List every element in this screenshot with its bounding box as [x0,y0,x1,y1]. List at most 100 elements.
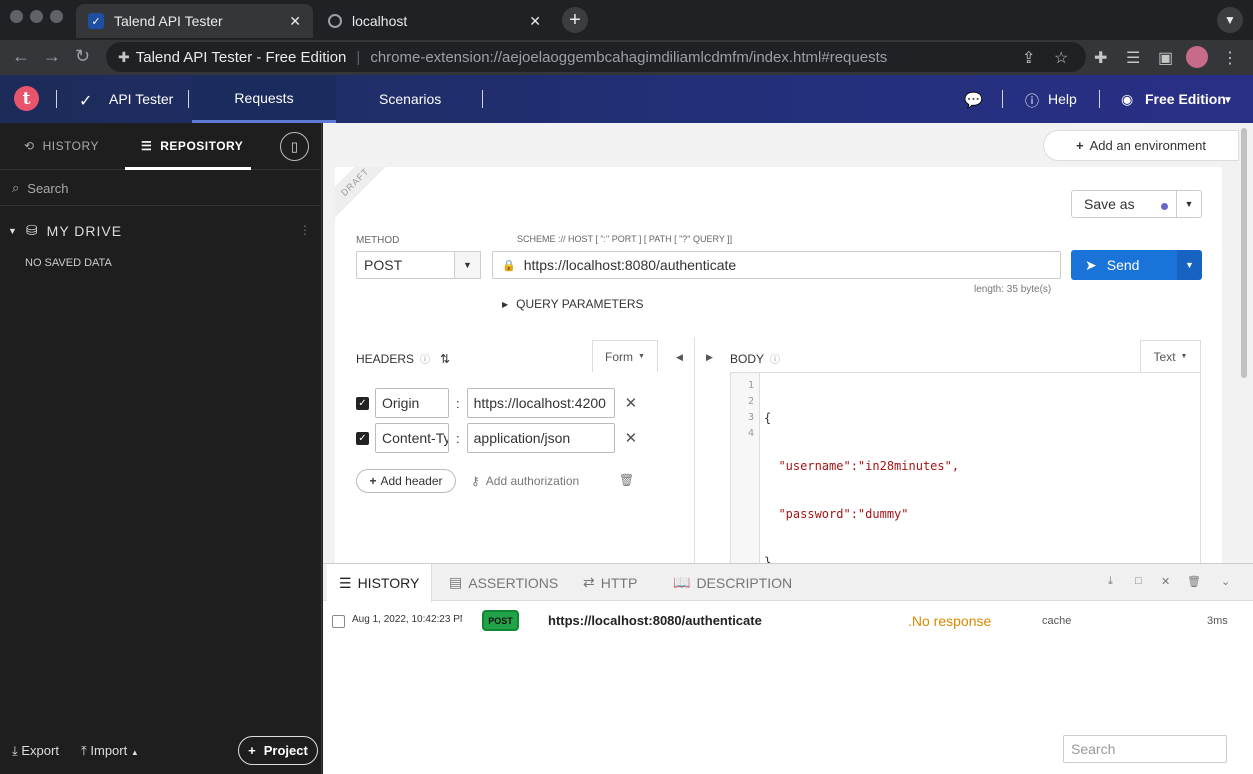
sidebar-tab-repository[interactable]: ☰ REPOSITORY [141,139,243,153]
header-name-input[interactable]: Origin [375,388,449,418]
collapse-right-icon[interactable]: ▶ [706,352,713,363]
browser-tab-localhost[interactable]: localhost ✕ [316,4,553,38]
exchange-icon: ⇄ [583,574,595,590]
send-dropdown-button[interactable]: ▼ [1177,250,1202,280]
info-icon[interactable]: ⓘ [420,351,430,366]
divider [188,90,189,108]
export-label: Export [21,743,59,758]
reload-icon[interactable]: ↻ [75,46,90,67]
remove-header-icon[interactable]: ✕ [625,429,638,447]
sidebar-search-input[interactable] [27,180,288,196]
remove-header-icon[interactable]: ✕ [625,394,638,412]
new-project-button[interactable]: + Project [238,736,318,765]
window-close-dot[interactable] [10,10,23,23]
sort-icon[interactable]: ⇅ [440,352,450,366]
save-dropdown-button[interactable]: ▼ [1176,190,1202,218]
new-tab-button[interactable]: + [562,7,588,33]
profile-avatar[interactable] [1186,46,1208,68]
history-search-input[interactable] [1063,735,1227,763]
request-area: + Add an environment DRAFT Save as ▼ MET… [323,123,1253,563]
browser-tab-title: Talend API Tester [114,13,223,29]
tab-assertions[interactable]: ▤ ASSERTIONS [437,564,570,601]
add-authorization-label: Add authorization [485,474,580,488]
chevron-down-icon[interactable]: ⌄ [1221,575,1230,588]
headers-mode-select[interactable]: Form ▼ [592,340,658,372]
tab-label: DESCRIPTION [696,574,793,591]
tab-scenarios[interactable]: Scenarios [379,91,441,107]
browser-tab-talend[interactable]: ✓ Talend API Tester ✕ [76,4,313,38]
header-enabled-checkbox[interactable]: ✓ [356,431,369,445]
body-code: { "username":"in28minutes", "password":"… [764,378,959,563]
method-dropdown-button[interactable]: ▼ [454,251,481,279]
query-parameters-toggle[interactable]: ▶ QUERY PARAMETERS [502,297,644,311]
omnibox-separator: | [356,48,361,66]
sidebar-tabs: ⟲ HISTORY ☰ REPOSITORY ▯ [0,123,322,170]
tab-http[interactable]: ⇄ HTTP [571,564,649,601]
empty-state: NO SAVED DATA [25,257,112,269]
back-arrow-icon[interactable]: ← [12,46,30,67]
history-url[interactable]: https://localhost:8080/authenticate [548,613,762,628]
header-name-input[interactable]: Content-Type [375,423,449,453]
trash-icon[interactable]: 🗑 [1187,575,1201,588]
scrollbar[interactable] [1241,128,1247,378]
add-header-button[interactable]: + Add header [356,469,456,493]
tab-search-button[interactable]: ▼ [1217,7,1243,33]
body-mode-select[interactable]: Text ▼ [1140,340,1201,372]
import-label: Import [90,743,128,758]
address-bar[interactable]: ✚ Talend API Tester - Free Edition | chr… [106,42,1086,72]
window-minimize-dot[interactable] [30,10,43,23]
share-icon[interactable]: ⇪ [1022,48,1035,68]
window-zoom-dot[interactable] [50,10,63,23]
maximize-icon[interactable]: □ [1135,575,1142,587]
close-icon[interactable]: ✕ [529,13,541,30]
sidebar-tab-label: REPOSITORY [160,139,244,153]
edition-menu[interactable]: Free Edition [1145,91,1226,107]
lock-icon: 🔒 [502,259,516,272]
info-icon[interactable]: ⓘ [770,351,780,366]
document-icon[interactable]: ▯ [280,132,309,161]
trash-icon[interactable]: 🗑 [619,473,634,487]
save-as-button[interactable]: Save as [1071,190,1177,218]
history-row[interactable]: Aug 1, 2022, 10:42:23 PM POST https://lo… [323,608,1253,634]
menu-kebab-icon[interactable]: ⋮ [1222,48,1238,68]
add-environment-button[interactable]: + Add an environment [1043,130,1239,161]
import-button[interactable]: ⤒ Import ▲ [81,743,139,759]
forward-arrow-icon[interactable]: → [43,46,61,67]
omnibox-url: chrome-extension://aejoelaoggembcahagimd… [370,48,888,66]
tab-description[interactable]: 📖 DESCRIPTION [661,564,804,601]
divider [1099,90,1100,108]
feedback-icon[interactable]: 💬 [964,91,983,109]
talend-logo[interactable]: t [14,86,39,111]
tab-history[interactable]: ☰ HISTORY [327,564,433,602]
extensions-icon[interactable]: ✚ [1094,48,1107,68]
bottom-tabs: ☰ HISTORY ▤ ASSERTIONS ⇄ HTTP 📖 DESCRIPT… [323,564,1253,602]
bookmark-star-icon[interactable]: ☆ [1054,48,1068,68]
history-row-checkbox[interactable] [332,615,345,628]
url-length: length: 35 byte(s) [974,284,1052,295]
help-link[interactable]: Help [1048,91,1077,107]
chevron-down-icon[interactable]: ▼ [1223,95,1233,106]
header-value-input[interactable]: application/json [466,423,615,453]
sidebar: ⟲ HISTORY ☰ REPOSITORY ▯ ⌕ ▼ ⛁ MY DRIVE … [0,123,322,774]
url-input[interactable]: 🔒 https://localhost:8080/authenticate [492,251,1061,279]
send-button[interactable]: ➤ Send [1071,250,1177,280]
close-icon[interactable]: ✕ [289,13,301,30]
kebab-icon[interactable]: ⋮ [299,223,311,237]
header-colon: : [456,430,460,446]
header-value-input[interactable]: https://localhost:4200 [466,388,615,418]
close-icon[interactable]: ✕ [1161,575,1170,588]
my-drive-node[interactable]: ▼ ⛁ MY DRIVE [8,222,122,239]
add-authorization-button[interactable]: ⚷ Add authorization [471,474,579,488]
export-button[interactable]: ⤓ Export [12,743,59,759]
body-editor[interactable]: 1 2 3 4 { "username":"in28minutes", "pas… [730,372,1201,563]
side-panel-icon[interactable]: ▣ [1158,48,1173,68]
upload-icon: ⤒ [81,743,87,758]
download-icon[interactable]: ⤓ [1108,575,1113,588]
sidebar-tab-history[interactable]: ⟲ HISTORY [24,139,99,153]
collapse-left-icon[interactable]: ◀ [676,352,683,363]
history-status: .No response [908,613,992,629]
method-select[interactable]: POST [356,251,455,279]
tab-requests[interactable]: Requests [192,75,336,123]
header-enabled-checkbox[interactable]: ✓ [356,396,369,410]
reading-list-icon[interactable]: ☰ [1126,48,1140,68]
